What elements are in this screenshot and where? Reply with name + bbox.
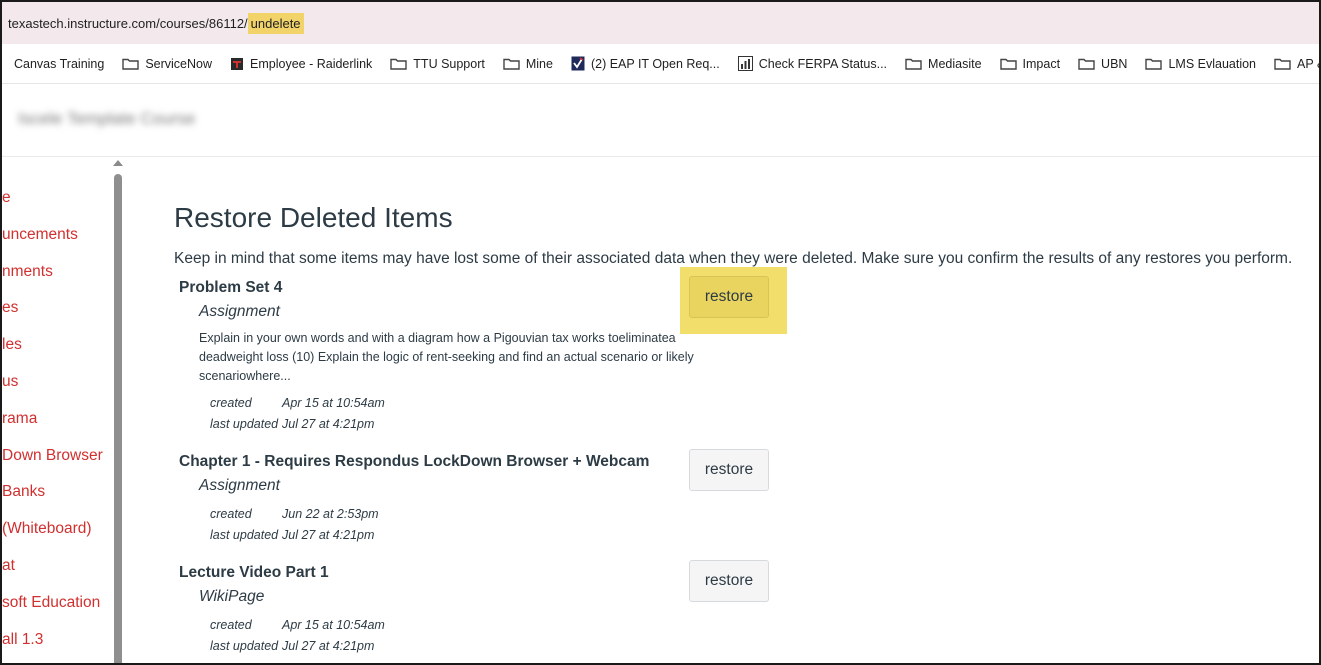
restore-button[interactable]: restore bbox=[689, 276, 769, 318]
bookmark-label: (2) EAP IT Open Req... bbox=[590, 56, 720, 71]
folder-icon bbox=[1274, 58, 1291, 70]
updated-date: Jul 27 at 4:21pm bbox=[282, 638, 375, 653]
address-bar[interactable]: texastech.instructure.com/courses/86112/… bbox=[2, 2, 1319, 44]
url-host-text: texastech.instructure.com/courses/86112/ bbox=[8, 15, 248, 31]
folder-icon bbox=[999, 58, 1017, 70]
item-meta: created Apr 15 at 10:54am last updated Jul… bbox=[210, 392, 779, 434]
sidebar-item-whiteboard[interactable]: (Whiteboard) bbox=[2, 520, 92, 538]
bar-chart-icon bbox=[737, 56, 753, 71]
sidebar-item-assignments[interactable]: nments bbox=[2, 263, 53, 281]
bookmark-servicenow[interactable]: ServiceNow bbox=[122, 57, 212, 71]
sidebar-item-chat[interactable]: at bbox=[2, 557, 15, 575]
created-label: created bbox=[210, 395, 252, 410]
sidebar-item-panorama[interactable]: rama bbox=[2, 410, 37, 428]
folder-icon bbox=[905, 58, 922, 70]
item-description: Explain in your own words and with a dia… bbox=[199, 331, 694, 383]
updated-date: Jul 27 at 4:21pm bbox=[282, 416, 375, 431]
sidebar-item-pages[interactable]: es bbox=[2, 299, 18, 317]
bookmark-employee-raiderlink[interactable]: Employee - Raiderlink bbox=[230, 57, 372, 71]
bookmark-label: Impact bbox=[1022, 56, 1061, 71]
sidebar-item-home[interactable]: e bbox=[2, 189, 11, 207]
folder-icon bbox=[122, 58, 140, 70]
created-date: Apr 15 at 10:54am bbox=[282, 617, 385, 632]
bookmark-label: Employee - Raiderlink bbox=[250, 56, 373, 71]
intro-text: Keep in mind that some items may have lo… bbox=[174, 250, 1293, 267]
scroll-up-arrow-icon[interactable] bbox=[113, 160, 123, 166]
bookmark-label: TTU Support bbox=[413, 56, 485, 71]
bookmark-label: AP & FS bbox=[1297, 56, 1319, 71]
created-label: created bbox=[210, 506, 252, 521]
bookmark-label: ServiceNow bbox=[145, 56, 213, 71]
sidebar-item-lockdown-browser[interactable]: Down Browser bbox=[2, 447, 103, 465]
sidebar-item-question-banks[interactable]: Banks bbox=[2, 483, 45, 501]
folder-icon bbox=[503, 58, 520, 70]
updated-label: last updated bbox=[210, 638, 279, 653]
bookmark-impact[interactable]: Impact bbox=[999, 56, 1061, 71]
bookmark-label: UBN bbox=[1101, 56, 1128, 71]
created-date: Apr 15 at 10:54am bbox=[282, 395, 385, 410]
bookmark-canvas-training[interactable]: Canvas Training bbox=[14, 57, 104, 71]
course-nav-sidebar: e uncements nments es les us rama Down B… bbox=[2, 158, 114, 663]
sidebar-item-lti-tool[interactable]: all 1.3 bbox=[2, 631, 43, 649]
bookmark-label: Canvas Training bbox=[14, 56, 105, 71]
page-title: Restore Deleted Items bbox=[174, 202, 453, 233]
updated-label: last updated bbox=[210, 527, 279, 542]
bookmark-label: LMS Evlauation bbox=[1168, 56, 1257, 71]
sidebar-scrollbar-thumb[interactable] bbox=[114, 174, 122, 663]
bookmark-eap-it-open-req[interactable]: (2) EAP IT Open Req... bbox=[571, 56, 720, 71]
updated-date: Jul 27 at 4:21pm bbox=[282, 527, 375, 542]
bookmark-ttu-support[interactable]: TTU Support bbox=[390, 57, 485, 71]
folder-icon bbox=[390, 58, 407, 70]
folder-icon bbox=[1145, 58, 1163, 70]
bookmark-label: Mine bbox=[525, 56, 553, 71]
course-header: Iscele Template Course bbox=[2, 85, 1319, 157]
bookmarks-bar: Canvas Training ServiceNow Employee - Ra… bbox=[2, 44, 1319, 84]
sidebar-item-announcements[interactable]: uncements bbox=[2, 226, 78, 244]
bookmark-check-ferpa-status[interactable]: Check FERPA Status... bbox=[737, 56, 888, 71]
item-meta: created Apr 15 at 10:54am last updated Jul… bbox=[210, 614, 779, 656]
bookmark-lms-evaluation[interactable]: LMS Evlauation bbox=[1145, 57, 1256, 71]
created-label: created bbox=[210, 617, 252, 632]
sidebar-item-microsoft-education[interactable]: soft Education bbox=[2, 594, 100, 612]
restore-button[interactable]: restore bbox=[689, 449, 769, 491]
sidebar-item-syllabus[interactable]: us bbox=[2, 373, 18, 391]
bookmark-label: Check FERPA Status... bbox=[758, 56, 888, 71]
created-date: Jun 22 at 2:53pm bbox=[282, 506, 379, 521]
bookmark-ubn[interactable]: UBN bbox=[1078, 57, 1127, 71]
item-meta: created Jun 22 at 2:53pm last updated Jul … bbox=[210, 503, 779, 545]
url-highlighted-segment: undelete bbox=[247, 12, 304, 34]
checkmark-logo-icon bbox=[571, 56, 585, 71]
folder-icon bbox=[1078, 58, 1095, 70]
updated-label: last updated bbox=[210, 416, 279, 431]
restore-button[interactable]: restore bbox=[689, 560, 769, 602]
bookmark-label: Mediasite bbox=[928, 56, 982, 71]
bookmark-mediasite[interactable]: Mediasite bbox=[905, 57, 982, 71]
sidebar-item-modules[interactable]: les bbox=[2, 336, 22, 354]
bookmark-mine[interactable]: Mine bbox=[503, 57, 553, 71]
course-title-blurred: Iscele Template Course bbox=[18, 109, 196, 128]
bookmark-ap-fs[interactable]: AP & FS bbox=[1274, 57, 1319, 71]
window-frame: texastech.instructure.com/courses/86112/… bbox=[0, 0, 1321, 665]
ttu-logo-icon bbox=[231, 57, 244, 70]
